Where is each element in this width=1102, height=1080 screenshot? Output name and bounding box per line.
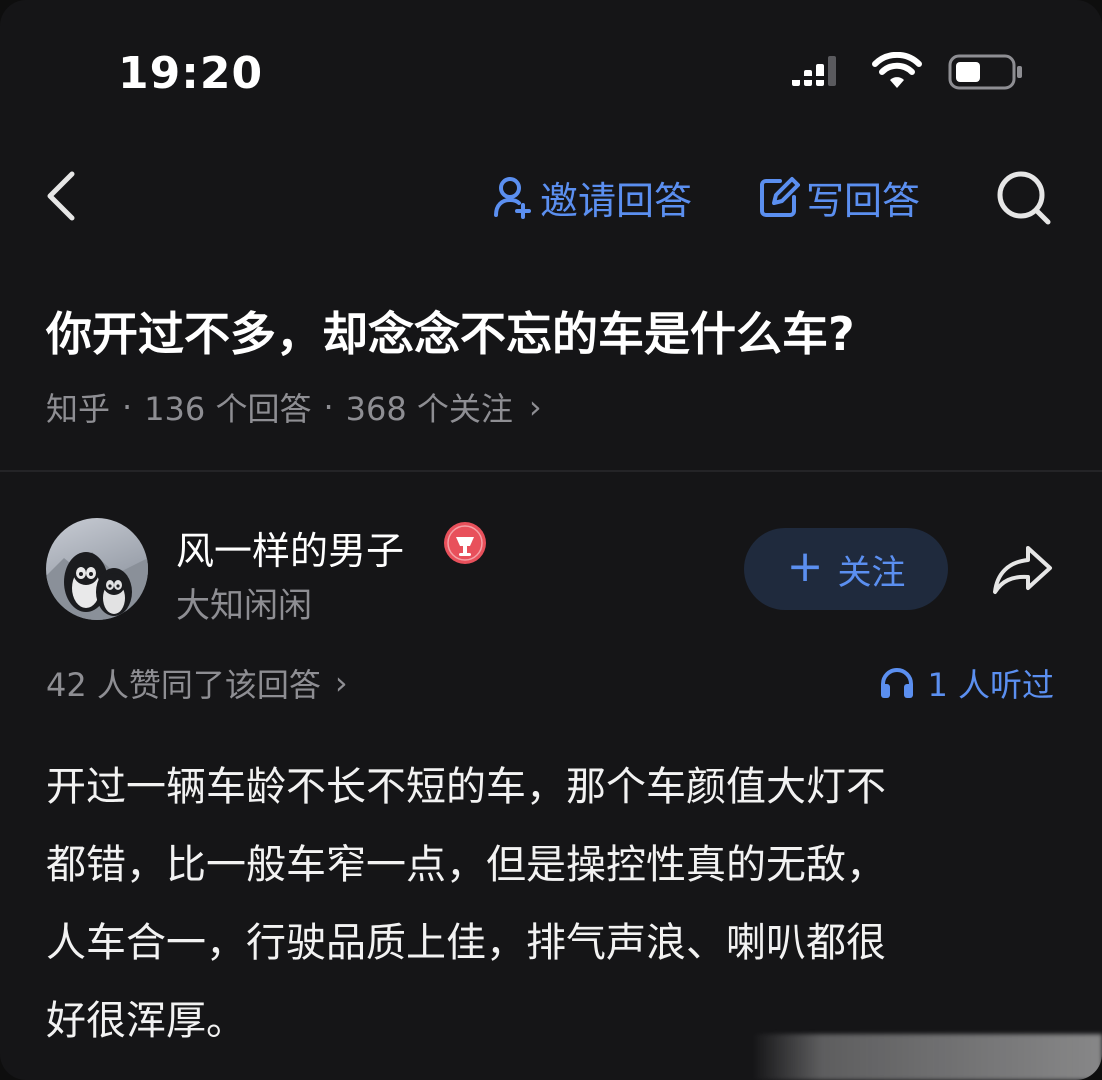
answer-body: 开过一辆车龄不长不短的车，那个车颜值大灯不 都错，比一般车窄一点，但是操控性真的… <box>46 748 1066 1060</box>
follower-count: 368 个关注 <box>345 390 513 428</box>
listen-count-label: 1 人听过 <box>927 666 1054 704</box>
chevron-right-icon: › <box>528 388 542 426</box>
answer-line: 人车合一，行驶品质上佳，排气声浪、喇叭都很 <box>46 920 886 966</box>
invite-user-icon <box>494 177 531 219</box>
zhihu-answer-screen: 19:20 邀请回答 写回答 你开过不多，却念念不忘的车是什么车? 知乎 · 1… <box>0 0 1102 1080</box>
meta-separator: · <box>323 388 334 426</box>
author-bio: 大知闲闲 <box>176 586 312 626</box>
answer-count: 136 个回答 <box>144 390 312 428</box>
write-answer-label: 写回答 <box>806 178 921 223</box>
headphones-icon <box>881 668 914 698</box>
plus-icon: + <box>786 541 824 592</box>
status-icons <box>790 52 1024 92</box>
status-time: 19:20 <box>118 48 264 99</box>
back-icon[interactable] <box>40 166 84 226</box>
question-source: 知乎 <box>46 390 111 428</box>
meta-separator: · <box>122 388 133 426</box>
penguin-avatar-image <box>46 552 148 620</box>
avatar[interactable] <box>46 518 148 620</box>
divider <box>0 470 1102 472</box>
battery-icon <box>948 54 1022 90</box>
question-meta[interactable]: 知乎 · 136 个回答 · 368 个关注 › <box>46 384 542 430</box>
write-answer-button[interactable]: 写回答 <box>758 172 921 223</box>
follow-button[interactable]: + 关注 <box>744 528 948 610</box>
follow-label: 关注 <box>837 552 906 593</box>
watermark-blur <box>752 1034 1102 1080</box>
vote-count-link[interactable]: 42 人赞同了该回答 › <box>46 660 348 706</box>
answer-line: 开过一辆车龄不长不短的车，那个车颜值大灯不 <box>46 764 886 810</box>
search-icon[interactable] <box>994 168 1054 228</box>
invite-answer-button[interactable]: 邀请回答 <box>492 172 693 223</box>
chevron-right-icon: › <box>334 664 348 702</box>
question-title[interactable]: 你开过不多，却念念不忘的车是什么车? <box>46 298 1066 364</box>
badge-icon <box>444 522 486 564</box>
listen-count-button[interactable]: 1 人听过 <box>879 660 1054 706</box>
invite-answer-label: 邀请回答 <box>540 178 693 223</box>
answer-line: 都错，比一般车窄一点，但是操控性真的无敌， <box>46 842 886 888</box>
vote-count-label: 42 人赞同了该回答 <box>46 666 321 704</box>
author-name[interactable]: 风一样的男子 <box>176 520 404 575</box>
edit-icon <box>760 177 800 217</box>
share-icon[interactable] <box>990 540 1056 600</box>
cellular-signal-icon <box>792 56 836 86</box>
wifi-icon <box>872 52 922 88</box>
